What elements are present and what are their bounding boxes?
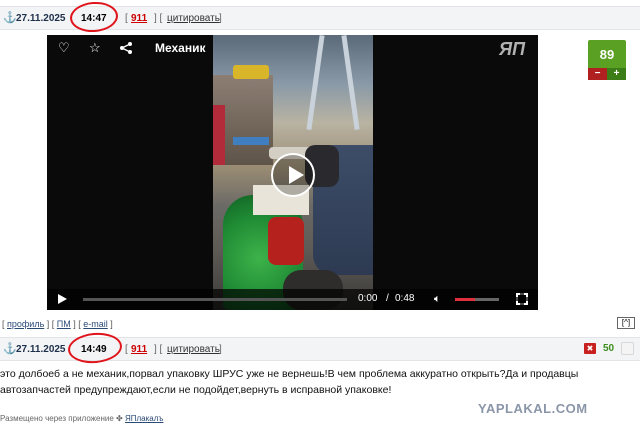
duration: 0:48: [395, 293, 415, 304]
app-icon: ✤: [116, 414, 123, 423]
volume-fill: [455, 298, 475, 301]
vote-down-icon[interactable]: ✖: [584, 343, 596, 354]
comment-score: 50: [603, 343, 615, 354]
profile-link[interactable]: профиль: [7, 319, 44, 329]
volume-slider[interactable]: [455, 298, 499, 301]
post-number[interactable]: 911: [131, 13, 147, 24]
bracket: ]: [219, 12, 222, 24]
quote-label[interactable]: цитировать: [167, 13, 220, 24]
current-time: 0:00: [358, 293, 378, 304]
email-link[interactable]: e-mail: [83, 319, 108, 329]
share-icon[interactable]: [119, 41, 133, 58]
video-title: Механик: [155, 41, 206, 55]
comment-line: автозапчастей предупреждают,если не подо…: [0, 384, 392, 396]
play-button[interactable]: [58, 294, 67, 304]
comment-body: это долбоеб а не механик,порвал упаковку…: [0, 366, 628, 398]
post-time: 14:47: [81, 12, 107, 24]
profile-links: [ профиль ] [ ПМ ] [ e-mail ]: [2, 319, 113, 329]
app-link[interactable]: ЯПлакалъ: [125, 414, 163, 423]
forum-page: ⚓ 27.11.2025 14:47 [ 911 ] [ цитировать …: [0, 0, 640, 440]
post-number-link[interactable]: 911: [131, 13, 147, 24]
post-number-link[interactable]: 911: [131, 344, 147, 355]
vote-down-button[interactable]: −: [588, 68, 607, 80]
rating-widget: 89 − +: [588, 40, 626, 80]
pm-link[interactable]: ПМ: [57, 319, 71, 329]
posted-via-note: Размещено через приложение ✤ ЯПлакалъ: [0, 414, 163, 423]
quote-link[interactable]: цитировать: [167, 344, 220, 355]
anchor-icon[interactable]: ⚓: [3, 343, 17, 355]
quote-label[interactable]: цитировать: [167, 344, 220, 355]
site-watermark: YAPLAKAL.COM: [478, 401, 588, 416]
vote-up-button[interactable]: +: [607, 68, 626, 80]
time-separator: /: [386, 293, 389, 304]
posted-via-label: Размещено через приложение: [0, 414, 114, 423]
bracket: ]: [219, 343, 222, 355]
star-icon[interactable]: ☆: [89, 41, 101, 55]
quote-link[interactable]: цитировать: [167, 13, 220, 24]
bracket: [: [125, 12, 128, 24]
video-controls: 0:00 / 0:48 🔈︎: [47, 289, 538, 310]
scroll-up-button[interactable]: [^]: [617, 317, 635, 329]
anchor-icon[interactable]: ⚓: [3, 12, 17, 24]
bracket: ] [: [154, 12, 163, 24]
post-date: 27.11.2025: [16, 343, 66, 355]
video-player[interactable]: ♡ ☆ Механик ЯП 0:00 / 0:48 🔈︎: [47, 35, 538, 310]
vote-up-icon[interactable]: [621, 342, 634, 355]
comment-line: это долбоеб а не механик,порвал упаковку…: [0, 368, 579, 380]
yp-logo: ЯП: [499, 39, 526, 59]
fullscreen-icon[interactable]: [516, 293, 528, 305]
heart-icon[interactable]: ♡: [58, 41, 70, 55]
post-number[interactable]: 911: [131, 344, 147, 355]
post-time: 14:49: [81, 343, 107, 355]
post-header: ⚓ 27.11.2025 14:49 [ 911 ] [ цитировать …: [0, 337, 640, 361]
bracket: ] [: [154, 343, 163, 355]
rating-score: 89: [588, 40, 626, 68]
video-top-bar: ♡ ☆ Механик ЯП: [47, 35, 538, 63]
post-header: ⚓ 27.11.2025 14:47 [ 911 ] [ цитировать …: [0, 6, 640, 30]
play-icon[interactable]: [271, 153, 315, 197]
progress-bar[interactable]: [83, 298, 347, 301]
post-date: 27.11.2025: [16, 12, 66, 24]
volume-icon[interactable]: 🔈︎: [434, 293, 441, 306]
bracket: [: [125, 343, 128, 355]
